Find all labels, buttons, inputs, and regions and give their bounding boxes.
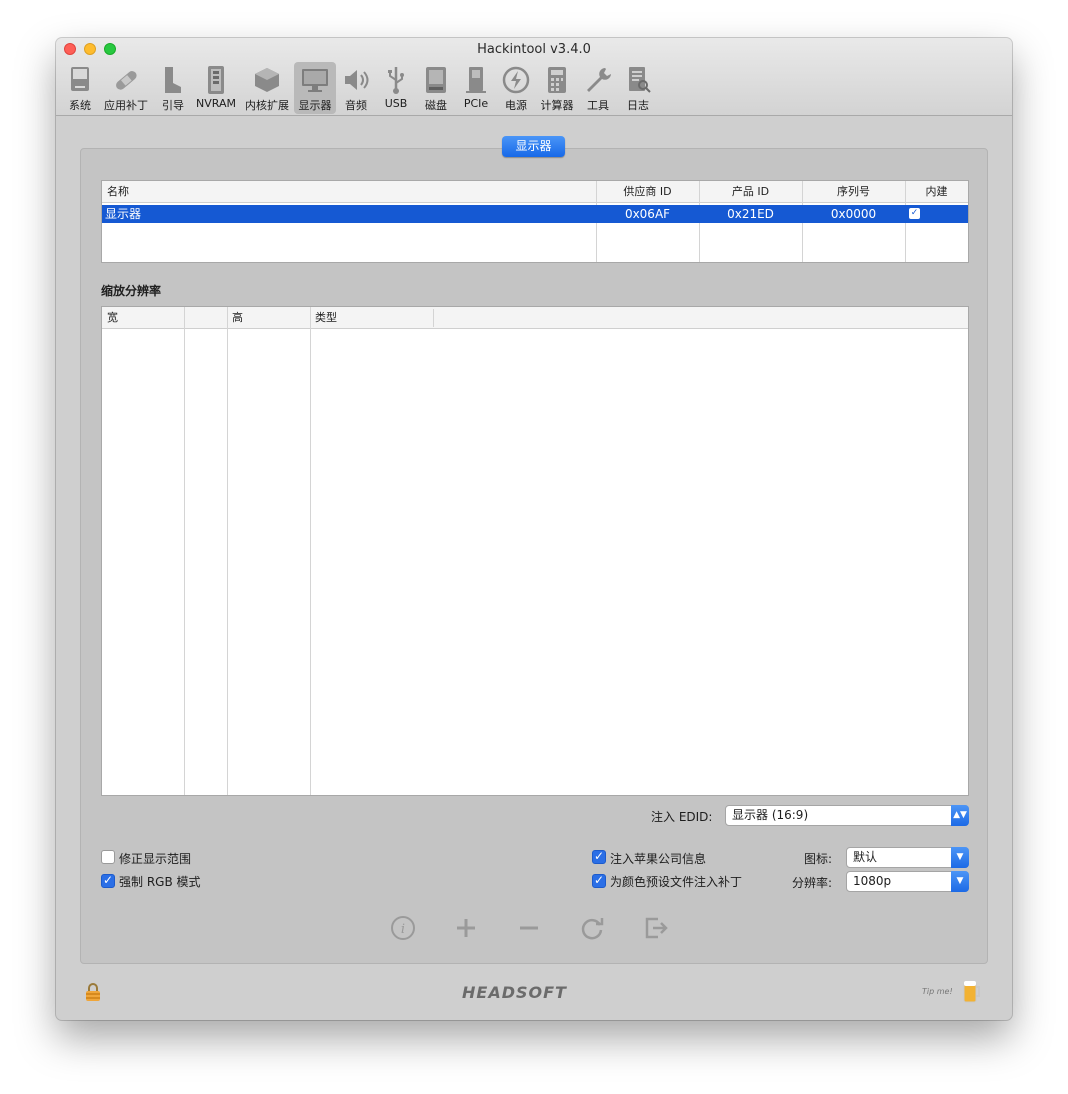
kext-icon: [255, 68, 279, 92]
scaled-resolution-title: 缩放分辨率: [101, 284, 162, 298]
export-icon[interactable]: [641, 914, 669, 942]
boot-icon: [165, 67, 181, 93]
toolbar-item-log[interactable]: 日志: [620, 62, 656, 114]
power-icon: [502, 66, 530, 94]
chevron-down-icon: ▼: [951, 847, 969, 868]
row-product-id: 0x21ED: [727, 207, 774, 221]
fix-display-range-checkbox[interactable]: [101, 850, 115, 864]
toolbar-item-power[interactable]: 电源: [498, 62, 534, 114]
force-rgb-checkbox[interactable]: [101, 873, 115, 888]
usb-icon: [388, 67, 404, 94]
col-height[interactable]: 高: [232, 307, 243, 329]
resolution-table[interactable]: 宽 高 类型: [101, 306, 969, 796]
patch-icon: [116, 71, 137, 90]
inject-edid-select[interactable]: 显示器 (16:9) ▲▼: [725, 805, 969, 826]
lock-icon[interactable]: [84, 982, 102, 1002]
row-serial: 0x0000: [830, 207, 877, 221]
inject-edid-label: 注入 EDID:: [651, 810, 713, 824]
hackintool-window: Hackintool v3.4.0 系统 应用补丁 引导 NVRAM 内核扩展 …: [56, 38, 1012, 1020]
col-serial[interactable]: 序列号: [802, 181, 905, 203]
svg-text:i: i: [401, 922, 405, 937]
col-name[interactable]: 名称: [107, 181, 129, 203]
inject-apple-info-label: 注入苹果公司信息: [610, 852, 707, 866]
audio-icon: [345, 70, 369, 90]
row-vendor-id: 0x06AF: [624, 207, 671, 221]
chevron-down-icon: ▼: [951, 871, 969, 892]
resolution-select[interactable]: 1080p ▼: [846, 871, 969, 892]
row-name: 显示器: [105, 207, 142, 221]
toolbar-item-audio[interactable]: 音频: [340, 62, 372, 114]
toolbar-item-nvram[interactable]: NVRAM: [194, 62, 238, 114]
display-icon: [302, 69, 328, 92]
row-builtin-checkbox[interactable]: ✓: [909, 208, 920, 219]
tools-icon: [587, 68, 611, 92]
plus-icon[interactable]: [452, 914, 480, 942]
resolution-table-header: 宽 高 类型: [102, 307, 968, 329]
info-icon[interactable]: i: [389, 914, 417, 942]
table-row[interactable]: 显示器 0x06AF 0x21ED 0x0000 ✓: [102, 205, 968, 223]
system-icon: [71, 67, 89, 91]
chevron-updown-icon: ▲▼: [951, 805, 969, 826]
tab-display[interactable]: 显示器: [502, 136, 565, 157]
col-builtin[interactable]: 内建: [905, 181, 968, 203]
resolution-field-label: 分辨率:: [792, 876, 833, 890]
patch-color-profile-checkbox[interactable]: [592, 873, 606, 888]
minus-icon[interactable]: [515, 914, 543, 942]
calculator-icon: [548, 67, 566, 93]
log-icon: [629, 67, 651, 93]
fix-display-range-label: 修正显示范围: [119, 852, 192, 866]
col-width[interactable]: 宽: [107, 307, 118, 329]
col-vendor-id[interactable]: 供应商 ID: [596, 181, 699, 203]
pcie-icon: [466, 67, 486, 93]
icon-select[interactable]: 默认 ▼: [846, 847, 969, 868]
patch-color-profile-label: 为颜色预设文件注入补丁: [610, 875, 743, 889]
toolbar-item-patch[interactable]: 应用补丁: [101, 62, 151, 114]
toolbar-item-calculator[interactable]: 计算器: [537, 62, 577, 114]
toolbar-item-display[interactable]: 显示器: [294, 62, 336, 114]
nvram-icon: [208, 66, 224, 94]
toolbar-item-tools[interactable]: 工具: [580, 62, 616, 114]
titlebar: Hackintool v3.4.0 系统 应用补丁 引导 NVRAM 内核扩展 …: [56, 38, 1012, 116]
window-title: Hackintool v3.4.0: [477, 42, 591, 57]
display-table-header: 名称 供应商 ID 产品 ID 序列号 内建: [102, 181, 968, 203]
beer-icon[interactable]: [961, 978, 981, 1004]
display-table[interactable]: 名称 供应商 ID 产品 ID 序列号 内建 显示器 0x06AF 0x21ED…: [101, 180, 969, 263]
toolbar-item-kext[interactable]: 内核扩展: [242, 62, 292, 114]
col-product-id[interactable]: 产品 ID: [699, 181, 802, 203]
icon-field-label: 图标:: [804, 852, 833, 866]
toolbar-item-disk[interactable]: 磁盘: [418, 62, 454, 114]
disk-icon: [426, 67, 446, 93]
inject-apple-info-checkbox[interactable]: [592, 849, 606, 864]
toolbar-item-pcie[interactable]: PCIe: [458, 62, 494, 114]
headsoft-logo[interactable]: HEADSOFT: [462, 983, 567, 1002]
tip-me-label[interactable]: Tip me!: [922, 987, 953, 996]
refresh-icon[interactable]: [578, 914, 606, 942]
toolbar-item-usb[interactable]: USB: [378, 62, 414, 114]
col-type[interactable]: 类型: [315, 307, 337, 329]
force-rgb-label: 强制 RGB 模式: [119, 875, 201, 889]
toolbar-item-boot[interactable]: 引导: [156, 62, 190, 114]
toolbar-item-system[interactable]: 系统: [62, 62, 98, 114]
